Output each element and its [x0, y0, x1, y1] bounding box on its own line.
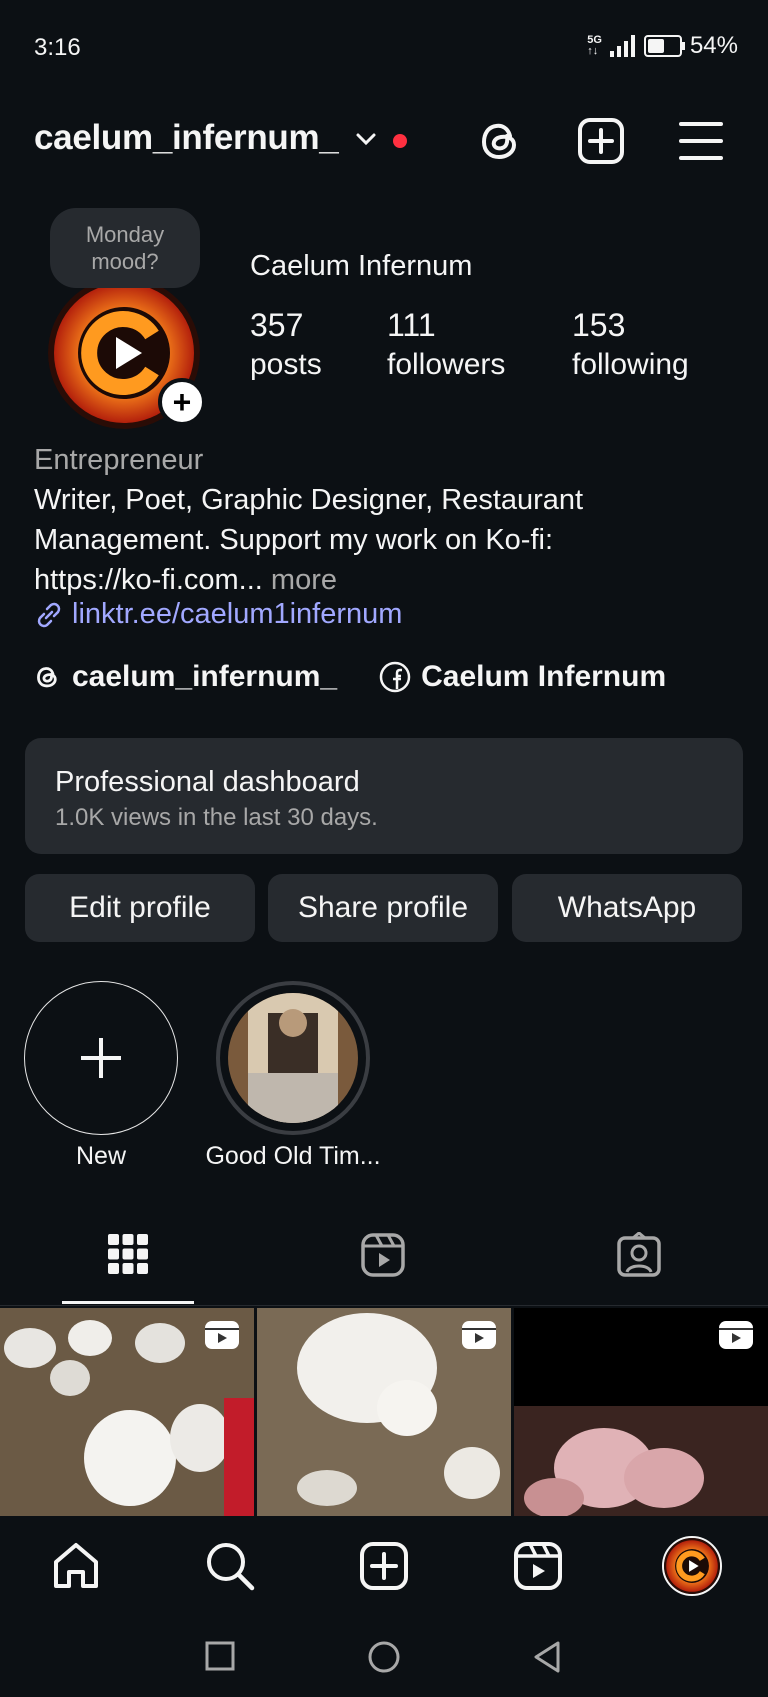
highlight-label: Good Old Tim...: [205, 1142, 381, 1170]
menu-icon[interactable]: [676, 116, 726, 166]
reel-badge-icon: [462, 1321, 496, 1349]
grid-divider: [0, 1305, 768, 1306]
status-time: 3:16: [34, 34, 81, 61]
stat-followers[interactable]: 111 followers: [387, 305, 505, 385]
recents-icon[interactable]: [205, 1641, 235, 1671]
new-highlight-button[interactable]: [24, 981, 178, 1135]
stat-value: 153: [572, 307, 626, 343]
stat-posts[interactable]: 357 posts: [250, 305, 322, 385]
battery-icon: [643, 35, 685, 57]
bio: Entrepreneur Writer, Poet, Graphic Desig…: [34, 440, 734, 600]
reels-nav-icon[interactable]: [512, 1540, 564, 1592]
facebook-icon: [379, 661, 411, 693]
post-thumbnail[interactable]: [257, 1308, 511, 1516]
highlight-image: [228, 993, 358, 1123]
signal-icon: [609, 35, 635, 57]
bio-line: Management. Support my work on Ko-fi:: [34, 524, 554, 556]
threads-icon[interactable]: [476, 116, 526, 166]
post-thumbnail[interactable]: [514, 1308, 768, 1516]
bottom-navigation: [0, 1516, 768, 1616]
bio-line: Writer, Poet, Graphic Designer, Restaura…: [34, 484, 584, 516]
bio-line: https://ko-fi.com...: [34, 564, 263, 596]
full-name: Caelum Infernum: [250, 250, 473, 282]
notification-dot: [393, 134, 407, 148]
social-links: caelum_infernum_ Caelum Infernum: [34, 660, 666, 694]
dashboard-title: Professional dashboard: [55, 766, 360, 798]
back-icon[interactable]: [532, 1640, 562, 1674]
stat-following[interactable]: 153 following: [572, 305, 689, 385]
note-text: Monday mood?: [85, 222, 165, 274]
plus-icon: [81, 1038, 121, 1078]
reel-badge-icon: [205, 1321, 239, 1349]
add-story-button[interactable]: +: [158, 378, 206, 426]
note-bubble[interactable]: Monday mood?: [50, 208, 200, 288]
new-post-icon[interactable]: [576, 116, 626, 166]
professional-dashboard[interactable]: Professional dashboard 1.0K views in the…: [25, 738, 743, 854]
link-icon: [37, 602, 61, 627]
reels-icon[interactable]: [360, 1232, 406, 1278]
profile-category: Entrepreneur: [34, 444, 204, 476]
reel-badge-icon: [719, 1321, 753, 1349]
battery-percent: 54%: [689, 32, 738, 59]
highlight-label: New: [75, 1142, 126, 1170]
network-type: 5G ↑↓: [587, 34, 602, 57]
post-thumbnail[interactable]: [0, 1308, 254, 1516]
facebook-name[interactable]: Caelum Infernum: [421, 660, 666, 694]
stat-label: following: [572, 348, 689, 381]
bio-more-link[interactable]: more: [271, 564, 337, 596]
status-indicators: 5G ↑↓ 54%: [587, 32, 738, 60]
stat-value: 111: [387, 307, 436, 343]
profile-nav-avatar[interactable]: [662, 1536, 722, 1596]
chevron-down-icon[interactable]: [354, 127, 378, 151]
stat-value: 357: [250, 307, 304, 343]
stat-label: posts: [250, 348, 322, 381]
whatsapp-button[interactable]: WhatsApp: [512, 874, 742, 942]
username-switcher[interactable]: caelum_infernum_: [34, 118, 339, 158]
link-text: linktr.ee/caelum1infernum: [72, 598, 403, 630]
home-circle-icon[interactable]: [367, 1640, 401, 1674]
grid-icon[interactable]: [106, 1232, 150, 1276]
highlight-cover[interactable]: [228, 993, 358, 1123]
edit-profile-button[interactable]: Edit profile: [25, 874, 255, 942]
share-profile-button[interactable]: Share profile: [268, 874, 498, 942]
stat-label: followers: [387, 348, 506, 381]
create-icon[interactable]: [358, 1540, 410, 1592]
system-navigation: [0, 1616, 768, 1697]
dashboard-subtitle: 1.0K views in the last 30 days.: [55, 804, 378, 831]
external-link[interactable]: linktr.ee/caelum1infernum: [34, 598, 402, 631]
nav-avatar-logo: [664, 1538, 720, 1594]
tagged-icon[interactable]: [616, 1232, 662, 1278]
active-tab-indicator: [62, 1301, 194, 1304]
threads-small-icon: [37, 667, 57, 688]
home-icon[interactable]: [50, 1540, 102, 1592]
threads-handle[interactable]: caelum_infernum_: [72, 660, 337, 694]
search-icon[interactable]: [204, 1540, 256, 1592]
